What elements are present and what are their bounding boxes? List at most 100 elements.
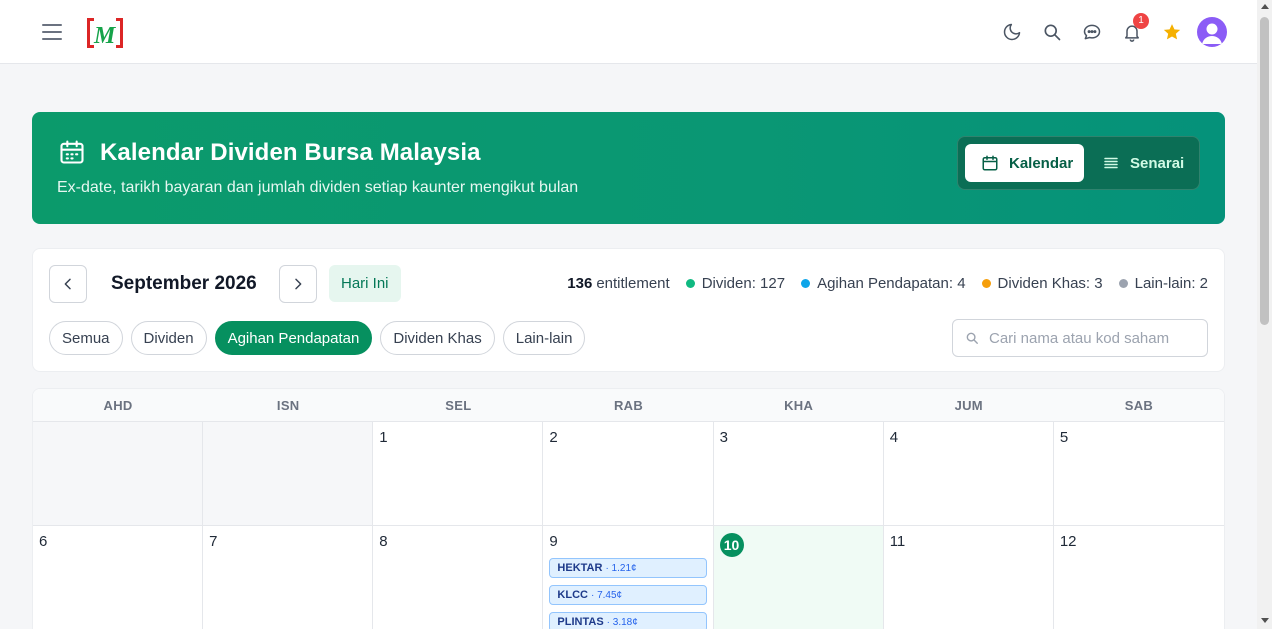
day-number: 8 <box>379 533 388 550</box>
day-events: HEKTAR · 1.21¢ KLCC · 7.45¢ PLINTAS · 3.18¢ <box>549 558 707 629</box>
weekday-label: SAB <box>1124 397 1154 413</box>
dividend-amount: · 7.45¢ <box>590 589 623 601</box>
calendar-view-label: Kalendar <box>1009 154 1074 172</box>
bell-icon[interactable]: 1 <box>1117 13 1149 47</box>
search-box <box>952 319 1208 357</box>
calendar-grid: AHD ISN SEL RAB KHA JUM SAB 1 2 3 4 5 6 … <box>32 388 1225 629</box>
stat-label: Dividen Khas: 3 <box>997 275 1103 292</box>
day-number: 6 <box>39 533 48 550</box>
calendar-day[interactable]: 9 HEKTAR · 1.21¢ KLCC · 7.45¢ PLINTAS · 3.1… <box>543 526 714 629</box>
event-chip[interactable]: PLINTAS · 3.18¢ <box>549 612 707 629</box>
filter-card: September 2026 Hari Ini 136 entitlement … <box>32 248 1225 372</box>
chip-semua[interactable]: Semua <box>49 321 123 355</box>
weekday-label: SEL <box>445 397 472 413</box>
today-day-number: 10 <box>719 533 744 557</box>
top-bar: M 1 <box>0 0 1257 64</box>
day-number: 5 <box>1059 429 1069 446</box>
weekday-label: KHA <box>784 397 814 413</box>
stat-label: Lain-lain: 2 <box>1134 275 1208 292</box>
event-chip[interactable]: HEKTAR · 1.21¢ <box>549 558 707 578</box>
stats-summary: 136 entitlement Dividen: 127 Agihan Pend… <box>567 275 1208 292</box>
entitlement-label: entitlement <box>596 275 670 292</box>
weekday-label: JUM <box>954 397 983 413</box>
calendar-day[interactable]: 6 <box>33 526 204 629</box>
day-number: 2 <box>549 429 558 446</box>
calendar-day-empty <box>33 422 204 525</box>
list-view-label: Senarai <box>1130 154 1185 172</box>
stock-code: HEKTAR <box>557 562 603 574</box>
stat-agihan: Agihan Pendapatan: 4 <box>801 275 966 292</box>
day-number: 11 <box>889 533 906 550</box>
calendar-day[interactable]: 8 <box>373 526 544 629</box>
lain-lain-dot-icon <box>1118 279 1128 288</box>
scroll-thumb[interactable] <box>1260 17 1269 325</box>
page-title: Kalendar Dividen Bursa Malaysia <box>100 139 481 166</box>
calendar-day[interactable]: 3 <box>714 422 884 525</box>
prev-month-button[interactable] <box>49 265 87 303</box>
chip-dividen[interactable]: Dividen <box>130 321 207 355</box>
filter-chips: Semua Dividen Agihan Pendapatan Dividen … <box>49 321 593 355</box>
dividend-amount: · 1.21¢ <box>605 562 637 574</box>
next-month-button[interactable] <box>279 265 317 303</box>
dividen-khas-dot-icon <box>981 279 991 288</box>
star-icon[interactable] <box>1157 17 1187 47</box>
calendar-day-empty <box>203 422 374 525</box>
page-subtitle: Ex-date, tarikh bayaran dan jumlah divid… <box>57 179 579 196</box>
hamburger-icon[interactable] <box>42 24 62 40</box>
chip-dividen-khas[interactable]: Dividen Khas <box>380 321 495 355</box>
stock-code: PLINTAS <box>557 616 604 628</box>
search-input[interactable] <box>989 329 1189 347</box>
day-number: 1 <box>379 429 388 446</box>
calendar-week: 6 7 8 9 HEKTAR · 1.21¢ KLCC · 7.45¢ PLINTA… <box>33 526 1224 629</box>
chat-icon[interactable] <box>1077 17 1107 47</box>
calendar-day[interactable]: 12 <box>1054 526 1224 629</box>
weekday-header: AHD ISN SEL RAB KHA JUM SAB <box>33 389 1224 422</box>
search-icon <box>966 332 978 344</box>
stat-dividen: Dividen: 127 <box>685 275 786 292</box>
logo-letter: M <box>93 23 117 49</box>
view-toggle: Kalendar Senarai <box>957 136 1200 190</box>
day-number: 9 <box>549 533 558 550</box>
logo[interactable]: M <box>85 17 125 49</box>
calendar-day[interactable]: 11 <box>884 526 1054 629</box>
dividen-dot-icon <box>685 279 695 288</box>
chip-lain-lain[interactable]: Lain-lain <box>502 321 586 355</box>
stat-label: Dividen: 127 <box>701 275 786 292</box>
calendar-day[interactable]: 1 <box>373 422 544 525</box>
avatar[interactable] <box>1197 17 1227 47</box>
notification-badge: 1 <box>1133 13 1149 29</box>
calendar-day[interactable]: 7 <box>203 526 374 629</box>
calendar-icon <box>58 138 86 171</box>
stock-code: KLCC <box>557 589 588 601</box>
dividend-amount: · 3.18¢ <box>606 616 638 628</box>
calendar-view-button[interactable]: Kalendar <box>965 144 1084 182</box>
calendar-day[interactable]: 2 <box>543 422 714 525</box>
day-number: 4 <box>889 429 899 446</box>
event-chip[interactable]: KLCC · 7.45¢ <box>549 585 707 605</box>
page-scrollbar[interactable] <box>1257 0 1272 629</box>
weekday-label: ISN <box>276 397 300 413</box>
search-icon[interactable] <box>1037 17 1067 47</box>
moon-icon[interactable] <box>997 17 1027 47</box>
calendar-day-today[interactable]: 10 <box>713 526 884 629</box>
weekday-label: RAB <box>613 397 644 413</box>
day-number: 12 <box>1059 533 1077 550</box>
page-banner: Kalendar Dividen Bursa Malaysia Ex-date,… <box>32 112 1225 224</box>
calendar-day[interactable]: 5 <box>1054 422 1224 525</box>
list-view-button[interactable]: Senarai <box>1084 144 1184 182</box>
entitlement-count: 136 <box>567 275 593 292</box>
stat-dividen-khas: Dividen Khas: 3 <box>981 275 1103 292</box>
calendar-day[interactable]: 4 <box>884 422 1054 525</box>
calendar-week: 1 2 3 4 5 <box>33 422 1224 526</box>
chip-agihan-pendapatan[interactable]: Agihan Pendapatan <box>214 321 373 355</box>
scroll-down-icon[interactable] <box>1261 618 1269 623</box>
scroll-up-icon[interactable] <box>1261 4 1269 9</box>
today-button[interactable]: Hari Ini <box>329 265 401 302</box>
chevron-left-icon <box>64 278 71 290</box>
day-number: 7 <box>209 533 218 550</box>
stat-lain-lain: Lain-lain: 2 <box>1118 275 1208 292</box>
list-icon <box>1104 157 1118 169</box>
stat-label: Agihan Pendapatan: 4 <box>817 275 966 292</box>
weekday-label: AHD <box>103 397 133 413</box>
day-number: 3 <box>719 429 728 446</box>
